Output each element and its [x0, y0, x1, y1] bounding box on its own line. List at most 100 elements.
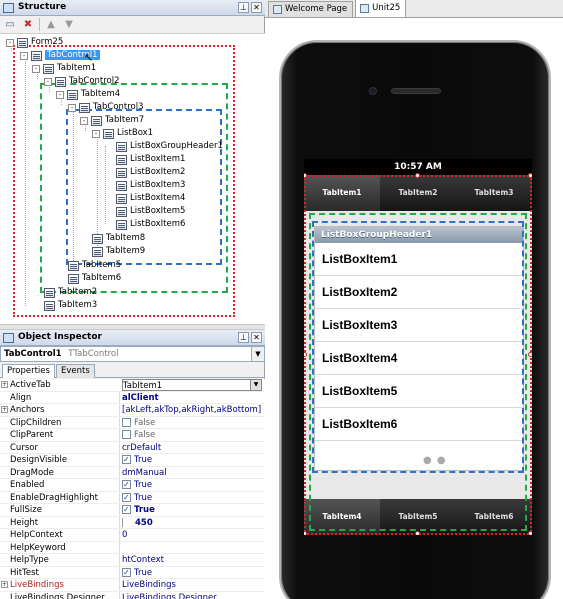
- collapse-toggle-icon[interactable]: -: [20, 51, 28, 60]
- property-value[interactable]: True: [122, 454, 262, 466]
- property-row-clipchildren[interactable]: ClipChildren False: [0, 417, 265, 429]
- tree-node-listboxitem5[interactable]: ListBoxItem5: [116, 205, 185, 218]
- tree-node-tabitem1[interactable]: - TabItem1: [32, 62, 96, 75]
- property-row-livebindings[interactable]: + LiveBindings LiveBindings: [0, 579, 265, 592]
- open-folder-icon[interactable]: ▭: [3, 18, 17, 31]
- tree-node-tabcontrol2[interactable]: - TabControl2: [44, 75, 120, 88]
- property-value[interactable]: False: [122, 429, 262, 441]
- property-value[interactable]: alClient: [122, 392, 262, 404]
- tree-node-tabitem5[interactable]: TabItem5: [68, 259, 121, 272]
- property-value[interactable]: crDefault: [122, 442, 262, 454]
- chevron-down-icon[interactable]: ▼: [250, 380, 261, 390]
- expand-icon[interactable]: +: [1, 406, 8, 413]
- property-name: HelpKeyword: [10, 542, 66, 553]
- tree-node-tabitem9[interactable]: TabItem9: [92, 245, 145, 258]
- property-value[interactable]: True: [122, 479, 262, 491]
- expand-icon[interactable]: +: [1, 381, 8, 388]
- property-row-helpcontext[interactable]: HelpContext 0: [0, 529, 265, 542]
- collapse-toggle-icon[interactable]: -: [6, 38, 14, 47]
- property-row-clipparent[interactable]: ClipParent False: [0, 429, 265, 442]
- tree-node-tabitem7[interactable]: - TabItem7: [80, 114, 144, 127]
- move-up-icon[interactable]: ▲: [44, 18, 58, 31]
- chevron-down-icon[interactable]: ▼: [251, 347, 264, 361]
- resize-handle-right[interactable]: [528, 352, 532, 357]
- tab-events[interactable]: Events: [55, 364, 95, 378]
- property-value[interactable]: TabItem1 ▼: [122, 379, 262, 391]
- collapse-toggle-icon[interactable]: -: [32, 64, 40, 73]
- tab-properties[interactable]: Properties: [2, 364, 55, 378]
- component-selector[interactable]: TabControl1 TTabControl ▼: [0, 346, 265, 362]
- property-row-activetab[interactable]: + ActiveTab TabItem1 ▼: [0, 379, 265, 392]
- resize-handle-bottom-left[interactable]: [304, 531, 307, 535]
- property-value[interactable]: True: [122, 504, 262, 516]
- property-row-hittest[interactable]: HitTest True: [0, 567, 265, 579]
- property-row-designvisible[interactable]: DesignVisible True: [0, 454, 265, 467]
- collapse-toggle-icon[interactable]: -: [68, 103, 76, 112]
- tree-node-form25[interactable]: - Form25: [6, 36, 63, 49]
- resize-handle-bottom-right[interactable]: [528, 531, 532, 535]
- property-row-enabled[interactable]: Enabled True: [0, 479, 265, 492]
- property-value[interactable]: LiveBindings: [122, 579, 262, 591]
- tree-node-listboxitem3[interactable]: ListBoxItem3: [116, 179, 185, 192]
- property-value[interactable]: htContext: [122, 554, 262, 566]
- checkbox[interactable]: [122, 417, 131, 427]
- tree-node-tabitem4[interactable]: - TabItem4: [56, 88, 120, 101]
- resize-handle-bottom[interactable]: [415, 531, 420, 535]
- checkbox[interactable]: [122, 480, 131, 489]
- property-value[interactable]: 0: [122, 529, 262, 541]
- collapse-toggle-icon[interactable]: -: [44, 77, 52, 86]
- checkbox[interactable]: [122, 492, 131, 502]
- resize-handle-top[interactable]: [415, 173, 420, 178]
- tree-node-listboxitem1[interactable]: ListBoxItem1: [116, 153, 185, 166]
- property-row-helpkeyword[interactable]: HelpKeyword: [0, 542, 265, 554]
- property-value[interactable]: [akLeft,akTop,akRight,akBottom]: [122, 404, 262, 416]
- object-inspector-title-bar: Object Inspector ⊥ ✕: [0, 330, 265, 346]
- collapse-toggle-icon[interactable]: -: [80, 116, 88, 125]
- property-row-helptype[interactable]: HelpType htContext: [0, 554, 265, 567]
- tree-node-tabcontrol3[interactable]: - TabControl3: [68, 101, 144, 114]
- property-row-fullsize[interactable]: FullSize True: [0, 504, 265, 517]
- property-row-align[interactable]: Align alClient: [0, 392, 265, 404]
- property-row-cursor[interactable]: Cursor crDefault: [0, 442, 265, 454]
- component-icon: [79, 102, 90, 113]
- property-row-enabledraghighlight[interactable]: EnableDragHighlight True: [0, 492, 265, 504]
- tree-node-tabitem8[interactable]: TabItem8: [92, 232, 145, 245]
- tree-node-tabitem3[interactable]: TabItem3: [44, 299, 97, 312]
- collapse-toggle-icon[interactable]: -: [56, 90, 64, 99]
- property-value[interactable]: True: [122, 492, 262, 504]
- property-row-dragmode[interactable]: DragMode dmManual: [0, 467, 265, 479]
- checkbox[interactable]: [122, 430, 131, 439]
- tree-node-listboxitem6[interactable]: ListBoxItem6: [116, 218, 185, 231]
- pin-icon[interactable]: ⊥: [238, 332, 249, 343]
- checkbox[interactable]: [122, 505, 131, 514]
- tab-welcome-page-label: Welcome Page: [285, 4, 348, 14]
- tree-node-listboxitem2[interactable]: ListBoxItem2: [116, 166, 185, 179]
- tree-node-tabitem2[interactable]: TabItem2: [44, 286, 97, 299]
- property-value[interactable]: LiveBindings Designer: [122, 592, 262, 599]
- property-value[interactable]: False: [122, 417, 262, 429]
- checkbox[interactable]: [122, 567, 131, 577]
- tab-unit25[interactable]: Unit25: [355, 0, 407, 17]
- expand-icon[interactable]: +: [1, 581, 8, 588]
- property-row-anchors[interactable]: + Anchors [akLeft,akTop,akRight,akBottom]: [0, 404, 265, 417]
- move-down-icon[interactable]: ▼: [62, 18, 76, 31]
- collapse-toggle-icon[interactable]: -: [92, 129, 100, 138]
- close-icon[interactable]: ✕: [251, 2, 262, 13]
- property-value[interactable]: True: [122, 567, 262, 579]
- close-icon[interactable]: ✕: [251, 332, 262, 343]
- pin-icon[interactable]: ⊥: [238, 2, 249, 13]
- checkbox[interactable]: [122, 455, 131, 464]
- delete-icon[interactable]: ✖: [21, 18, 35, 31]
- tree-node-listboxitem4[interactable]: ListBoxItem4: [116, 192, 185, 205]
- form-designer-surface[interactable]: 10:57 AM TabItem1 TabItem2 TabItem3 List…: [265, 18, 563, 599]
- property-value[interactable]: dmManual: [122, 467, 262, 479]
- tree-node-label: TabItem6: [82, 273, 122, 283]
- tree-node-listboxgroupheader1[interactable]: ListBoxGroupHeader1: [116, 140, 223, 153]
- property-row-height[interactable]: Height 450: [0, 517, 265, 529]
- tree-node-listbox1[interactable]: - ListBox1: [92, 127, 153, 140]
- property-row-livebindings-designer[interactable]: LiveBindings Designer LiveBindings Design…: [0, 592, 265, 599]
- resize-handle-top-right[interactable]: [528, 173, 532, 178]
- property-value[interactable]: 450: [122, 517, 262, 529]
- tree-node-tabitem6[interactable]: TabItem6: [68, 272, 121, 285]
- tab-welcome-page[interactable]: Welcome Page: [268, 1, 354, 17]
